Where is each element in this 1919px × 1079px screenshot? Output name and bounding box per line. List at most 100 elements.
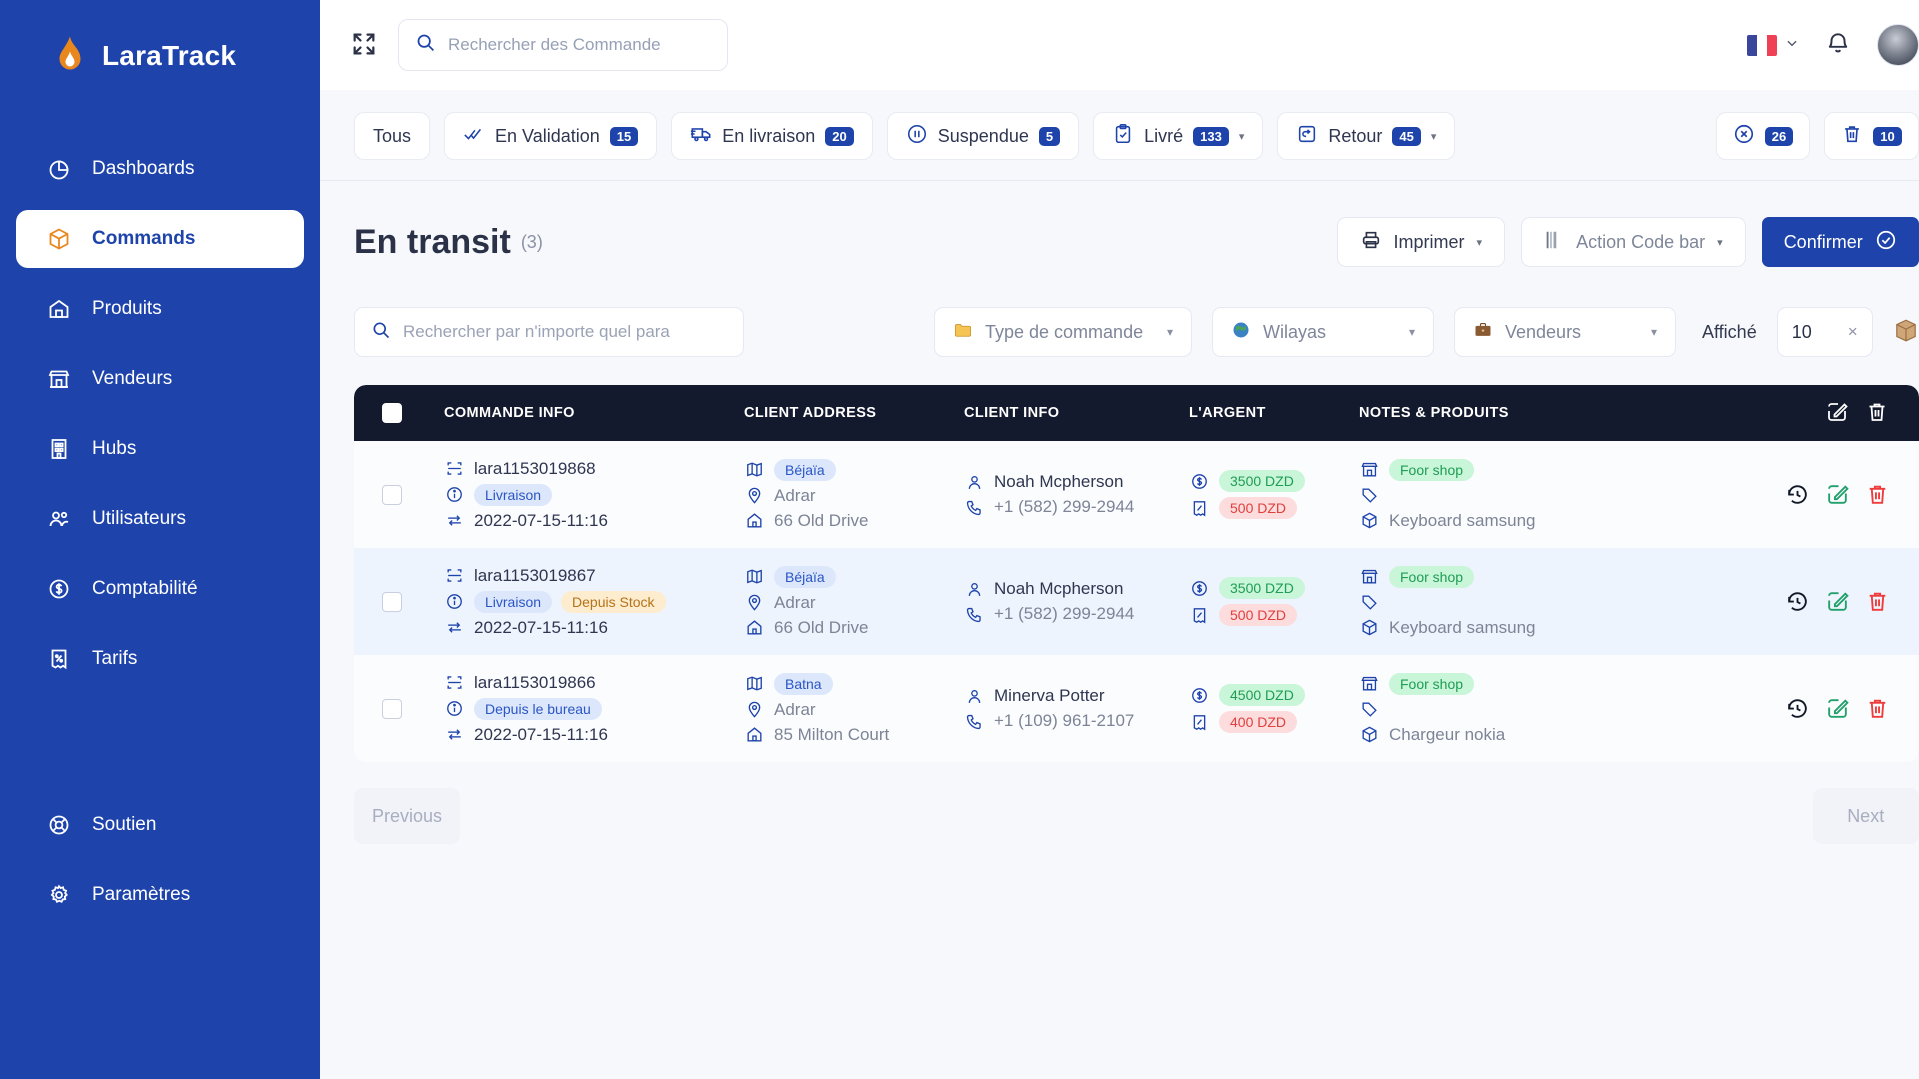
bell-icon[interactable] [1825,30,1851,61]
dollar-circle-icon [1189,685,1209,705]
confirm-button[interactable]: Confirmer [1762,217,1919,267]
product-line: Keyboard samsung [1359,511,1639,531]
order-id-line: lara1153019866 [444,673,744,693]
pagination: Previous Next [320,762,1919,844]
sidebar-item-soutien[interactable]: Soutien [16,796,304,854]
tab-livre[interactable]: Livré 133 ▾ [1093,112,1263,160]
sidebar-item-hubs[interactable]: Hubs [16,420,304,478]
edit-icon[interactable] [1825,482,1851,508]
tab-suspendue[interactable]: Suspendue 5 [887,112,1079,160]
order-type-select[interactable]: Type de commande ▾ [934,307,1192,357]
trash-icon[interactable] [1865,482,1891,508]
wilayas-select[interactable]: Wilayas ▾ [1212,307,1434,357]
street: 85 Milton Court [774,725,889,745]
lifebuoy-icon [46,812,72,838]
tab-en-validation[interactable]: En Validation 15 [444,112,657,160]
print-button[interactable]: Imprimer ▾ [1337,217,1506,267]
cancelled-filter-button[interactable]: 26 [1716,112,1810,160]
shop-badge: Foor shop [1389,566,1474,588]
product-line: Chargeur nokia [1359,725,1639,745]
order-badges-line: Livraison [444,484,744,506]
box-icon [1359,725,1379,745]
confirm-label: Confirmer [1784,232,1863,253]
table-search[interactable] [354,307,744,357]
sidebar-item-vendeurs[interactable]: Vendeurs [16,350,304,408]
pin-icon [744,486,764,506]
brand[interactable]: LaraTrack [0,0,320,78]
transfer-icon [444,725,464,745]
expand-icon[interactable] [350,30,380,60]
row-checkbox[interactable] [382,485,402,505]
avatar[interactable] [1877,24,1919,66]
double-check-icon [463,123,485,150]
tab-label: Livré [1144,126,1183,147]
language-selector[interactable] [1747,35,1799,56]
sidebar-item-comptabilite[interactable]: Comptabilité [16,560,304,618]
trash-icon[interactable] [1865,400,1891,426]
transfer-icon [444,618,464,638]
scan-icon [444,673,464,693]
tag-icon [1359,593,1379,613]
history-icon[interactable] [1785,589,1811,615]
row-checkbox[interactable] [382,699,402,719]
affiche-count-input[interactable]: 10 × [1777,307,1873,357]
page-count: (3) [521,232,543,253]
order-date-line: 2022-07-15-11:16 [444,511,744,531]
table-row[interactable]: lara1153019867 Livraison Depuis Stock [354,548,1919,655]
table-row[interactable]: lara1153019868 Livraison [354,441,1919,548]
sidebar-item-parametres[interactable]: Paramètres [16,866,304,924]
sidebar-item-utilisateurs[interactable]: Utilisateurs [16,490,304,548]
order-id-line: lara1153019867 [444,566,744,586]
sidebar-item-commands[interactable]: Commands [16,210,304,268]
building-icon [46,436,72,462]
trash-icon[interactable] [1865,696,1891,722]
order-id: lara1153019867 [474,566,596,586]
order-total: 3500 DZD [1219,470,1305,492]
global-search[interactable] [398,19,728,71]
deleted-filter-button[interactable]: 10 [1824,112,1918,160]
search-icon [415,32,436,58]
table-header-row: COMMANDE INFO CLIENT ADDRESS CLIENT INFO… [354,385,1919,441]
sidebar-item-produits[interactable]: Produits [16,280,304,338]
client-phone: +1 (582) 299-2944 [994,604,1134,624]
order-badges: Livraison [474,484,552,506]
search-input[interactable] [448,35,711,55]
sidebar-item-tarifs[interactable]: Tarifs [16,630,304,688]
vendeurs-select[interactable]: Vendeurs ▾ [1454,307,1676,357]
receipt-percent-icon [1189,605,1209,625]
cell-commande-info: lara1153019866 Depuis le bureau [444,668,744,750]
edit-icon[interactable] [1825,589,1851,615]
history-icon[interactable] [1785,696,1811,722]
table-search-input[interactable] [403,322,727,342]
dollar-circle-icon [46,576,72,602]
vendeurs-label: Vendeurs [1505,322,1581,343]
table-row[interactable]: lara1153019866 Depuis le bureau [354,655,1919,762]
package-icon[interactable] [1893,317,1919,348]
edit-icon[interactable] [1825,696,1851,722]
barcode-action-button[interactable]: Action Code bar ▾ [1521,217,1746,267]
total-line: 3500 DZD [1189,577,1359,599]
tab-en-livraison[interactable]: En livraison 20 [671,112,873,160]
tab-retour[interactable]: Retour 45 ▾ [1277,112,1455,160]
trash-icon[interactable] [1865,589,1891,615]
edit-icon[interactable] [1825,400,1851,426]
globe-icon [1231,320,1251,345]
sidebar-item-dashboards[interactable]: Dashboards [16,140,304,198]
app-root: LaraTrack Dashboards Commands Produits [0,0,1919,1079]
previous-page-button[interactable]: Previous [354,788,460,844]
box-icon [1359,618,1379,638]
order-total: 4500 DZD [1219,684,1305,706]
order-date: 2022-07-15-11:16 [474,511,608,531]
row-checkbox[interactable] [382,592,402,612]
tab-tous[interactable]: Tous [354,112,430,160]
fee-line: 400 DZD [1189,711,1359,733]
select-all-checkbox[interactable] [382,403,402,423]
history-icon[interactable] [1785,482,1811,508]
receipt-percent-icon [1189,712,1209,732]
next-page-button[interactable]: Next [1813,788,1919,844]
wilaya-line: Batna [744,673,964,695]
shop-badge: Foor shop [1389,459,1474,481]
column-client-address: CLIENT ADDRESS [744,405,964,421]
close-icon[interactable]: × [1848,322,1858,342]
status-tabbar: Tous En Validation 15 En livraison 20 [320,90,1919,181]
